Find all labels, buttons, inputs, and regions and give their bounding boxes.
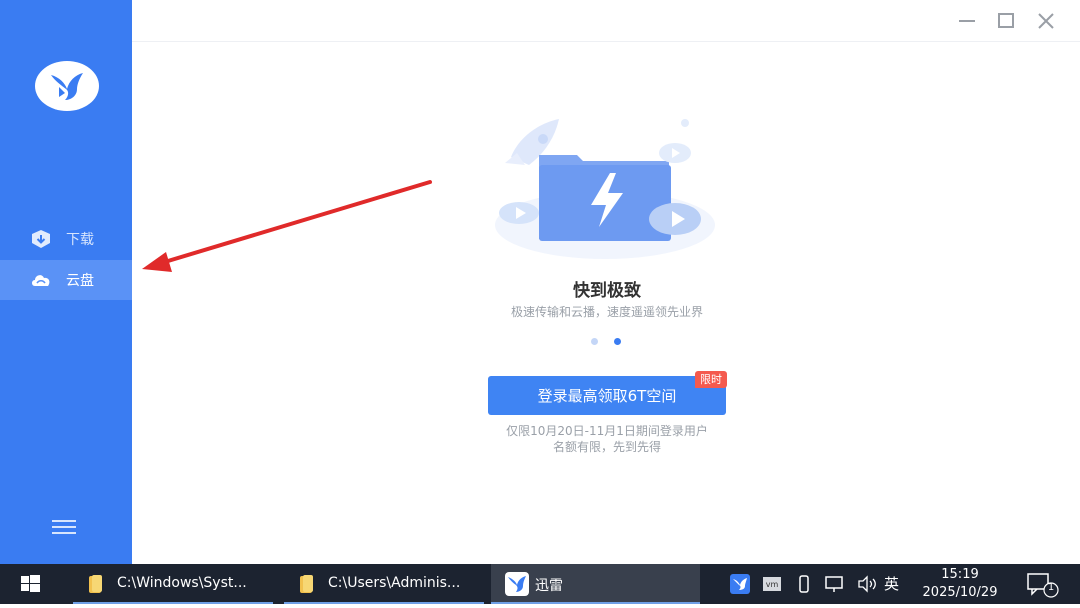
network-icon[interactable] — [824, 574, 846, 594]
sidebar-item-download[interactable]: 下载 — [0, 219, 132, 259]
volume-icon[interactable] — [856, 574, 878, 594]
sidebar-item-label: 云盘 — [66, 273, 94, 289]
taskbar-item-label: C:\Windows\Syst... — [117, 575, 247, 591]
subheadline: 极速传输和云播，速度遥遥领先业界 — [510, 305, 703, 319]
vm-tray-icon[interactable]: vm — [762, 574, 782, 594]
limited-time-badge: 限时 — [695, 371, 727, 388]
sidebar: 下载 云盘 — [0, 0, 132, 564]
title-divider — [132, 41, 1080, 42]
thunder-bird-icon — [505, 572, 529, 600]
promo-note: 仅限10月20日-11月1日期间登录用户 — [506, 424, 708, 438]
cloud-icon — [30, 270, 52, 290]
login-button[interactable]: 登录最高领取6T空间 — [488, 376, 726, 415]
hamburger-icon[interactable] — [52, 516, 76, 536]
notification-icon[interactable]: 1 — [1026, 572, 1060, 598]
folder-icon — [85, 573, 107, 599]
clock-date[interactable]: 2025/10/29 — [910, 585, 1010, 600]
headline: 快到极致 — [573, 281, 641, 301]
taskbar-item-xunlei[interactable]: 迅雷 — [491, 564, 700, 604]
notification-count: 1 — [1047, 582, 1055, 593]
clock-time[interactable]: 15:19 — [920, 567, 1000, 582]
carousel-dot[interactable] — [591, 338, 598, 345]
taskbar-item-label: C:\Users\Adminis... — [328, 575, 461, 591]
ime-indicator[interactable]: 英 — [884, 573, 899, 594]
folder-icon — [296, 573, 318, 599]
windows-start-icon[interactable] — [0, 564, 62, 604]
svg-text:vm: vm — [766, 580, 779, 589]
taskbar-item-explorer-2[interactable]: C:\Users\Adminis... — [284, 564, 484, 604]
promo-note: 名额有限，先到先得 — [552, 440, 661, 454]
taskbar: C:\Windows\Syst... C:\Users\Adminis... 迅… — [0, 564, 1080, 604]
rocket-folder-illustration — [485, 113, 725, 273]
carousel-dot-active[interactable] — [614, 338, 621, 345]
maximize-icon[interactable] — [993, 8, 1019, 34]
sidebar-item-label: 下载 — [66, 232, 94, 248]
taskbar-item-explorer-1[interactable]: C:\Windows\Syst... — [73, 564, 273, 604]
download-icon — [30, 229, 52, 249]
minimize-icon[interactable] — [954, 8, 980, 34]
sidebar-item-cloud[interactable]: 云盘 — [0, 260, 132, 300]
thunder-logo-icon[interactable] — [35, 61, 99, 111]
taskbar-item-label: 迅雷 — [535, 578, 563, 594]
usb-icon[interactable] — [796, 574, 812, 594]
close-icon[interactable] — [1033, 8, 1059, 34]
xunlei-tray-icon[interactable] — [730, 574, 750, 594]
